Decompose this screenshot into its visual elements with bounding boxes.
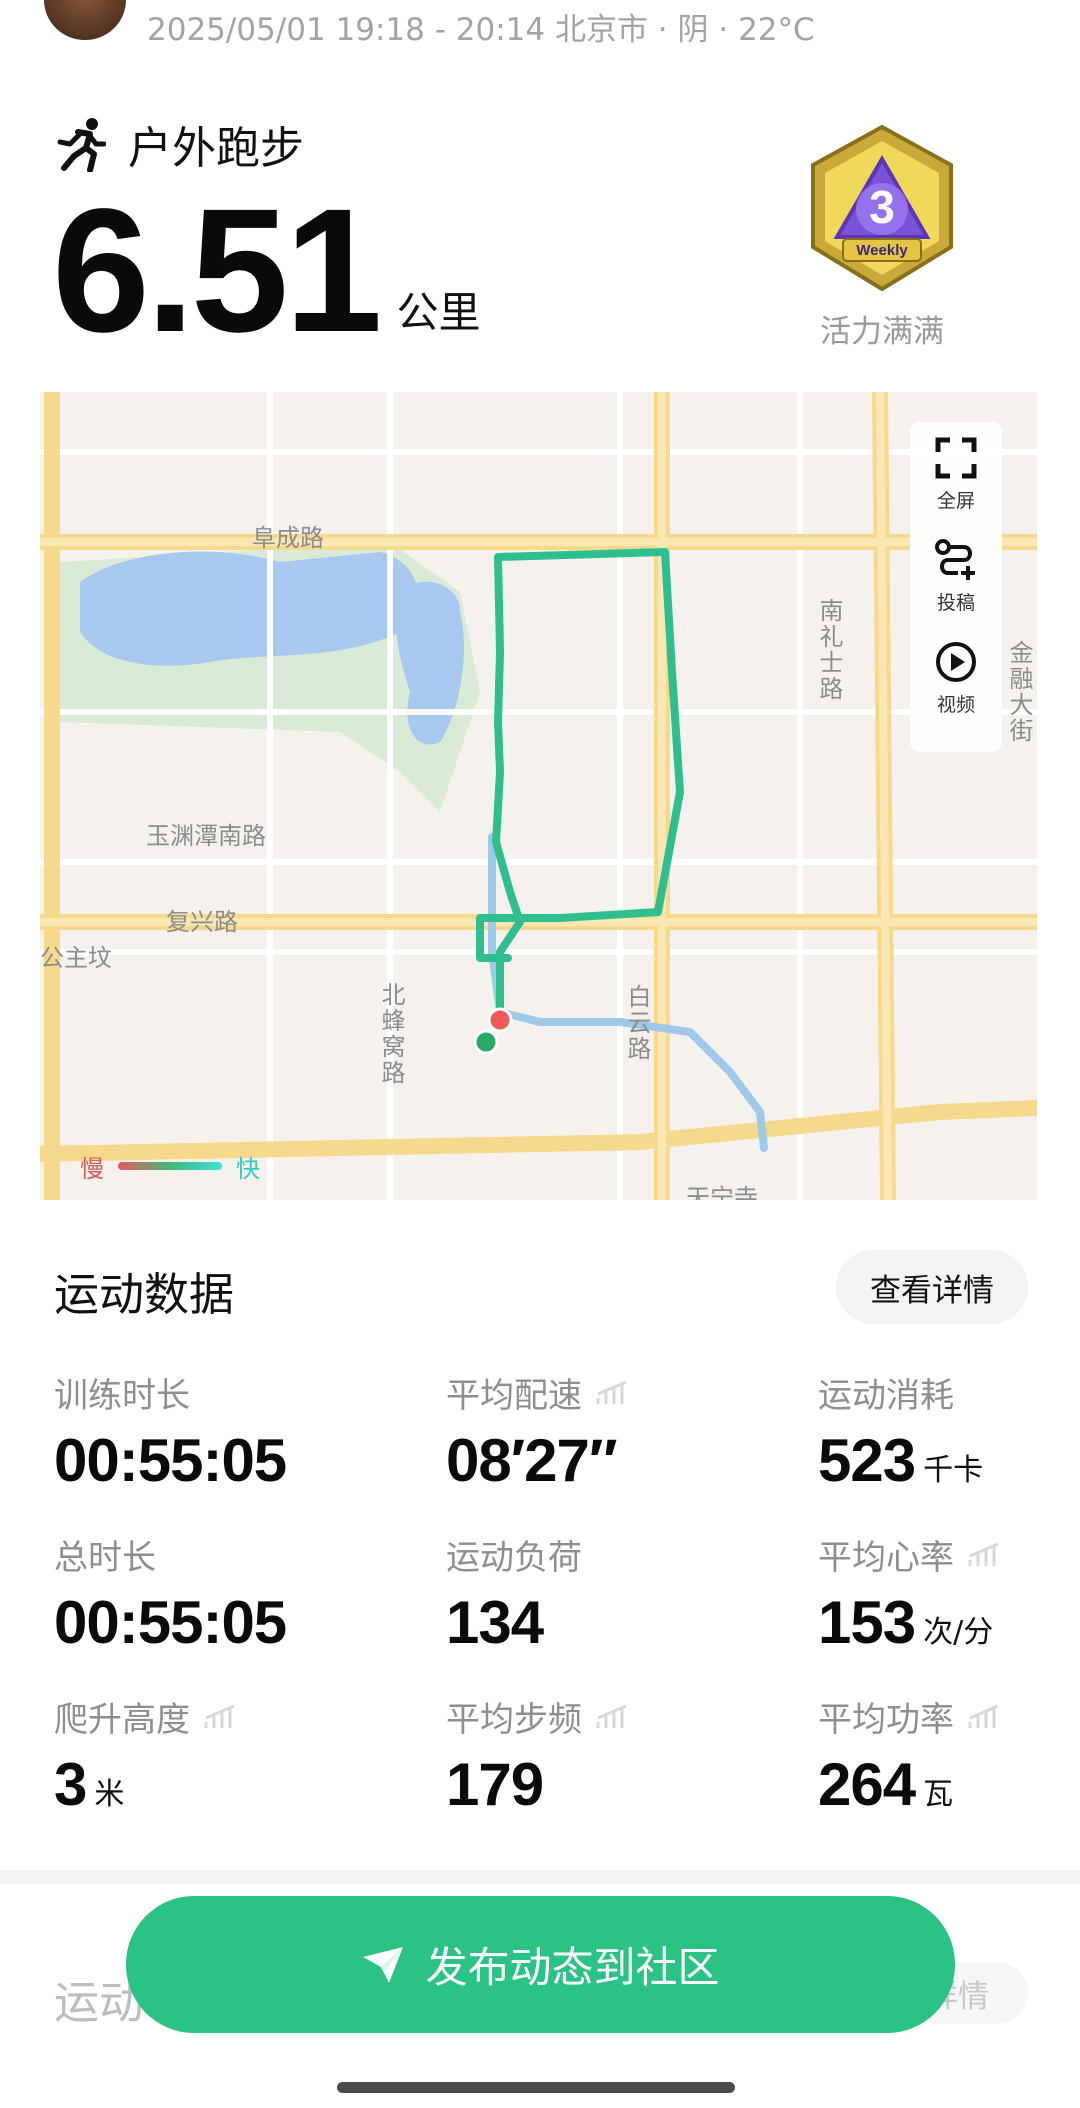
distance-display: 6.51 公里 [52,173,481,369]
stat-label: 运动负荷 [446,1538,582,1578]
video-label: 视频 [936,694,975,716]
workout-meta: 2025/05/01 19:18 - 20:14 北京市 · 阴 · 22°C [147,12,815,48]
section-divider [0,1870,1080,1884]
stat-avg-cadence[interactable]: 平均步频 179 [446,1692,628,1815]
route-share-icon [935,539,975,580]
stat-value: 08′27″ [446,1427,618,1494]
stat-unit: 瓦 [923,1777,954,1812]
stat-label: 运动消耗 [818,1376,954,1416]
trend-chart-icon [204,1704,235,1728]
fullscreen-icon [935,437,977,479]
stat-label: 平均心率 [818,1538,954,1578]
view-details-button[interactable]: 查看详情 [836,1250,1028,1324]
stat-total-duration: 总时长 00:55:05 [54,1530,287,1656]
route-end-marker [487,1007,513,1033]
road-label-tianning: 天宁寺 [686,1184,758,1200]
stat-elevation-gain[interactable]: 爬升高度 3米 [54,1692,236,1815]
trend-chart-icon [596,1704,627,1728]
legend-fast-label: 快 [236,1154,260,1183]
stat-label: 平均步频 [446,1700,582,1740]
sport-type-row: 户外跑步 [56,116,304,174]
stat-avg-pace[interactable]: 平均配速 08′27″ [446,1368,628,1491]
trend-chart-icon [968,1542,999,1566]
road-label-nanlishi: 南礼士路 [815,598,843,702]
publish-label: 发布动态到社区 [425,1943,720,1992]
play-video-icon [936,642,976,682]
workout-header: 2025/05/01 19:18 - 20:14 北京市 · 阴 · 22°C [0,0,1080,60]
weekly-badge-icon[interactable]: 3 Weekly [805,125,959,295]
map-controls: 全屏 投稿 视频 [910,422,1002,752]
video-button[interactable]: 视频 [910,626,1002,726]
road-label-baiyun: 白云路 [623,984,651,1062]
avatar[interactable] [44,0,126,40]
stat-value: 179 [446,1751,544,1818]
stat-unit: 次/分 [923,1615,994,1650]
stat-value: 264 [818,1751,916,1818]
trend-chart-icon [596,1380,627,1404]
legend-gradient-bar [118,1162,222,1170]
stat-label: 平均功率 [818,1700,954,1740]
send-icon [363,1946,404,1983]
stat-value: 153 [818,1589,916,1656]
distance-value: 6.51 [52,173,383,369]
road-label-fuxing: 复兴路 [166,908,238,936]
route-map[interactable]: 阜成路 玉渊潭南路 复兴路 公主坟 北蜂窝路 白云路 南礼士路 金融大街 天宁寺… [40,392,1037,1200]
road-label-jinrong: 金融大街 [1005,640,1033,744]
road-label-gongzhufen: 公主坟 [40,944,112,972]
legend-slow-label: 慢 [80,1154,104,1183]
stat-value: 00:55:05 [54,1427,287,1494]
stat-label: 训练时长 [54,1376,190,1416]
road-label-fucheng: 阜成路 [252,524,324,552]
badge-weekly-text: Weekly [856,242,908,259]
stat-avg-power[interactable]: 平均功率 264 瓦 [818,1692,1000,1815]
fullscreen-label: 全屏 [936,490,975,512]
publish-to-community-button[interactable]: 发布动态到社区 [126,1896,955,2033]
road-label-yuyuantan: 玉渊潭南路 [146,822,266,850]
trend-chart-icon [968,1704,999,1728]
stat-value: 00:55:05 [54,1589,287,1656]
running-icon [57,118,106,172]
stat-label: 爬升高度 [54,1700,190,1740]
stat-unit: 米 [94,1777,125,1812]
map-canvas [40,392,1037,1200]
route-share-label: 投稿 [936,592,975,614]
stat-avg-heart-rate[interactable]: 平均心率 153 次/分 [818,1530,1000,1653]
stat-value: 3 [54,1751,87,1818]
stat-training-duration: 训练时长 00:55:05 [54,1368,287,1494]
stat-value: 134 [446,1589,544,1656]
fullscreen-button[interactable]: 全屏 [910,422,1002,522]
stat-unit: 千卡 [923,1453,984,1488]
stats-section-title: 运动数据 [54,1268,235,1321]
badge-number: 3 [869,181,895,233]
home-indicator[interactable] [337,2082,735,2093]
stat-label: 总时长 [54,1538,156,1578]
stat-training-load: 运动负荷 134 [446,1530,582,1653]
sport-type-label: 户外跑步 [128,123,304,174]
route-share-button[interactable]: 投稿 [910,524,1002,624]
distance-unit: 公里 [396,288,481,337]
route-start-marker [473,1029,499,1055]
pace-legend: 慢 快 [80,1148,260,1184]
stat-label: 平均配速 [446,1376,582,1416]
road-label-beifengwo: 北蜂窝路 [377,982,405,1086]
badge-label: 活力满满 [820,314,944,350]
stat-value: 523 [818,1427,916,1494]
stat-calories: 运动消耗 523 千卡 [818,1368,983,1491]
